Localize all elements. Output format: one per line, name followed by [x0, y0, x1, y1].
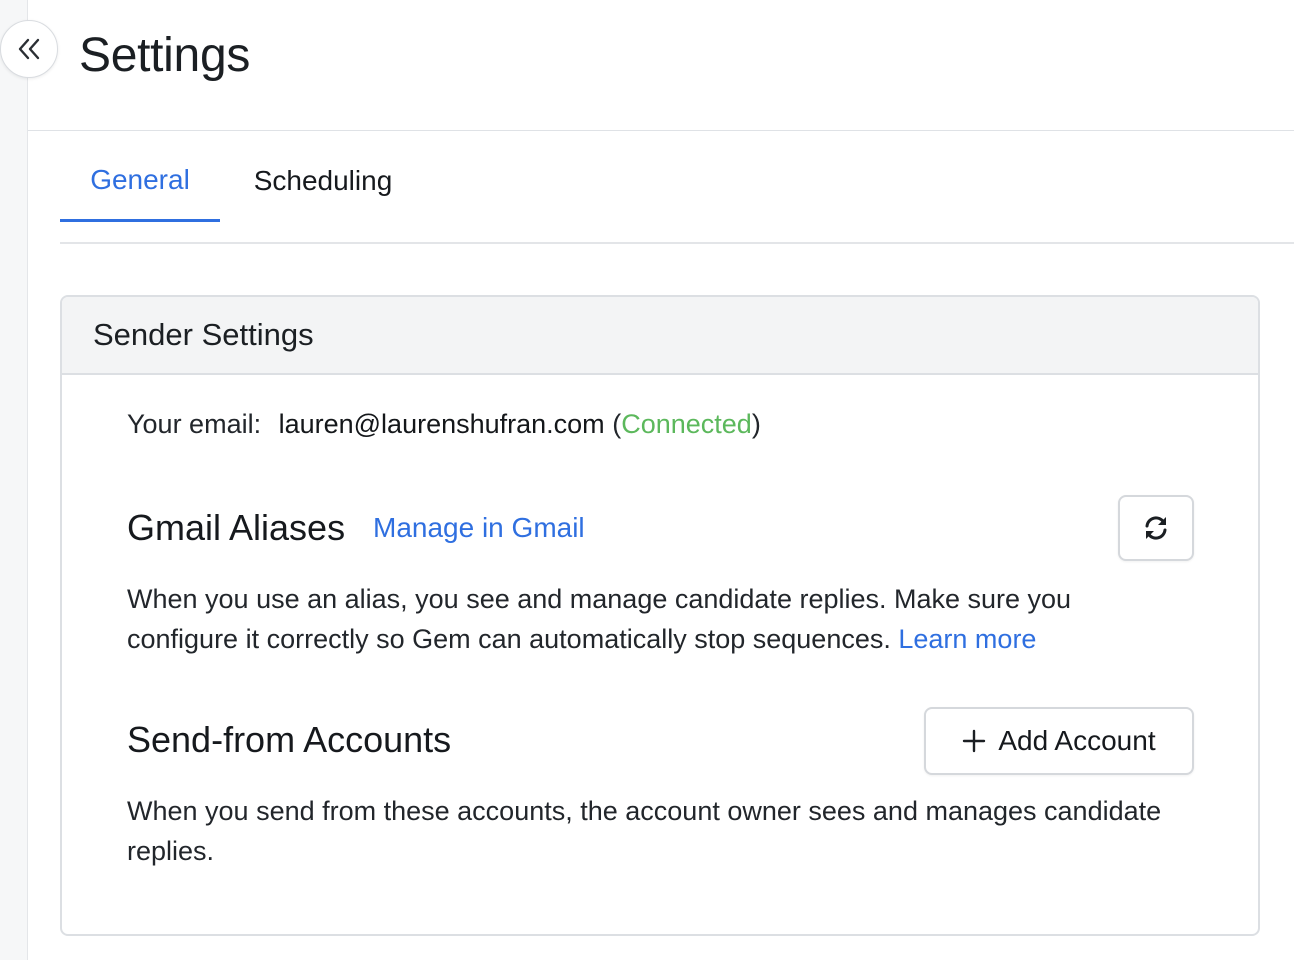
send-from-description: When you send from these accounts, the a…	[127, 796, 1162, 866]
tab-general[interactable]: General	[60, 140, 220, 222]
double-chevron-left-icon	[18, 38, 40, 60]
refresh-icon	[1145, 516, 1167, 540]
tab-bar: General Scheduling	[60, 140, 1294, 244]
status-open-paren: (	[612, 409, 622, 439]
plus-icon	[963, 729, 986, 753]
email-line: Your email: lauren@laurenshufran.com (Co…	[127, 409, 761, 440]
gmail-aliases-description: When you use an alias, you see and manag…	[127, 579, 1187, 659]
email-value: lauren@laurenshufran.com	[278, 409, 605, 439]
learn-more-link[interactable]: Learn more	[898, 624, 1036, 654]
left-rail	[0, 0, 28, 960]
sender-settings-card: Sender Settings Your email: lauren@laure…	[60, 295, 1260, 936]
refresh-aliases-button[interactable]	[1118, 495, 1194, 561]
gmail-aliases-title: Gmail Aliases	[127, 507, 346, 548]
add-account-label: Add Account	[998, 725, 1156, 756]
collapse-sidebar-button[interactable]	[0, 20, 58, 78]
status-close-paren: )	[751, 409, 761, 439]
email-label: Your email:	[127, 409, 262, 439]
header-divider	[28, 130, 1294, 131]
tab-scheduling[interactable]: Scheduling	[232, 140, 414, 222]
manage-in-gmail-link[interactable]: Manage in Gmail	[373, 512, 585, 544]
add-account-button[interactable]: Add Account	[924, 707, 1194, 775]
card-title: Sender Settings	[62, 297, 1258, 375]
send-from-accounts-title: Send-from Accounts	[127, 719, 452, 760]
connection-status: Connected	[621, 409, 752, 439]
page-title: Settings	[79, 29, 251, 82]
